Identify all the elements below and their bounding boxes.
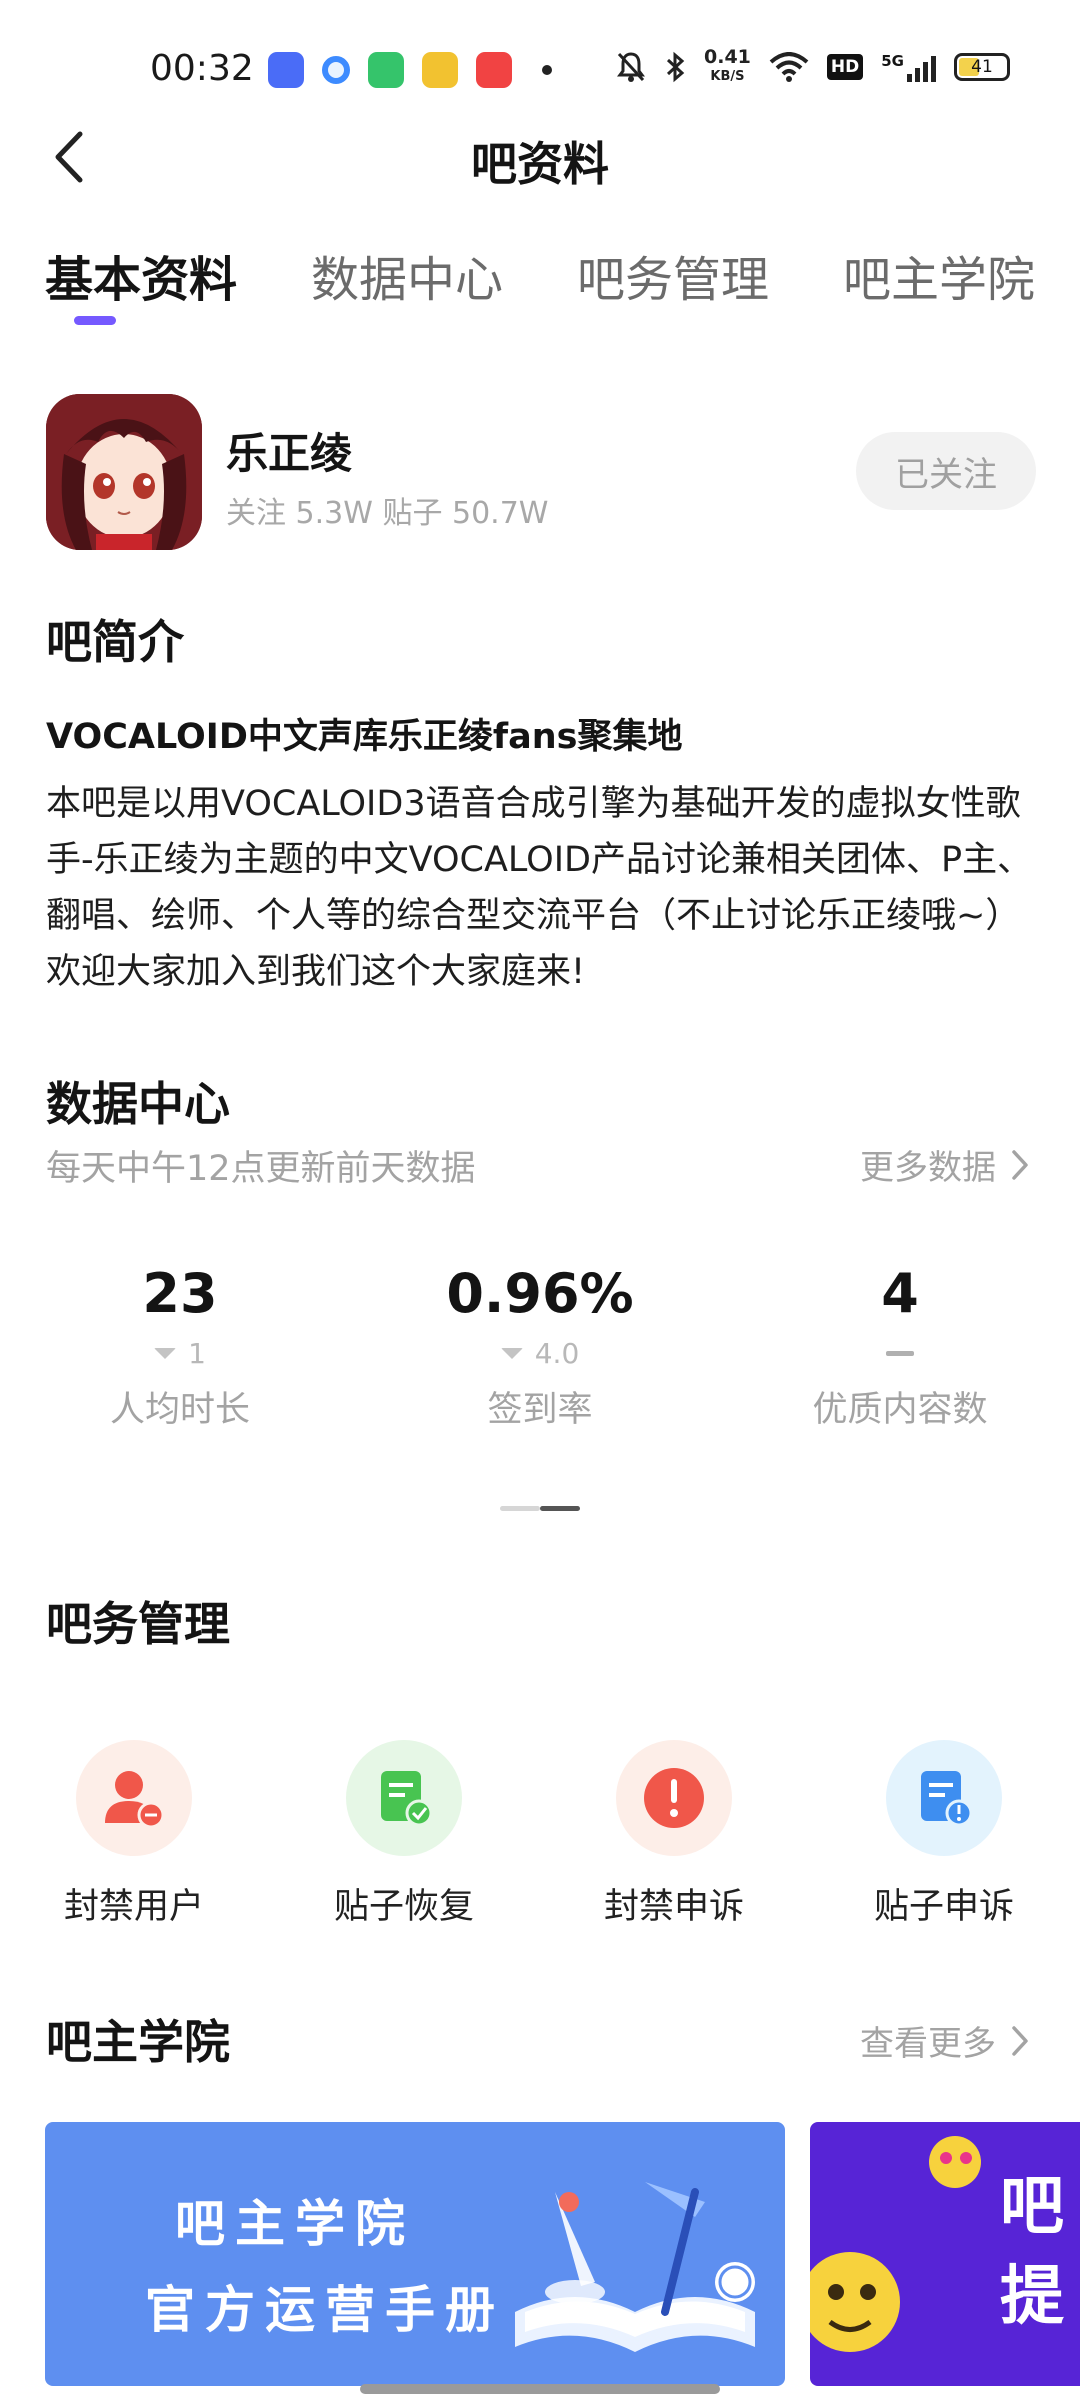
more-notifications-dot: [542, 65, 552, 75]
decrease-icon: [154, 1347, 177, 1359]
emoji-illustration: [810, 2136, 981, 2352]
battery-icon: 41: [954, 53, 1010, 81]
mute-icon: [617, 52, 646, 82]
ban-user-icon: [76, 1740, 192, 1856]
ban-user-label: 封禁用户: [63, 1887, 204, 1927]
stat-label: 签到率: [487, 1390, 593, 1430]
tab-forum-management[interactable]: 吧务管理: [577, 240, 769, 310]
stat-checkin-rate: 0.96% 4.0 签到率: [390, 1262, 690, 1432]
ban-user-button[interactable]: 封禁用户: [24, 1740, 244, 1929]
net-speed-unit: KB/S: [710, 69, 745, 84]
chevron-right-icon: [1012, 2025, 1028, 2056]
shop-app-icon: [368, 52, 404, 88]
stat-label: 人均时长: [109, 1390, 250, 1430]
update-note: 每天中午12点更新前天数据: [46, 1149, 476, 1189]
stat-avg-duration: 23 1 人均时长: [30, 1262, 330, 1432]
status-bar: 00:32 0.41 KB/S HD 5G 41: [0, 0, 1080, 120]
banner-line-2: 官方运营手册: [145, 2281, 505, 2339]
post-appeal-icon: [886, 1740, 1002, 1856]
stat-value: 4: [881, 1262, 919, 1325]
active-tab-indicator: [74, 316, 116, 325]
data-center-title: 数据中心: [46, 1077, 230, 1131]
battery-level: 41: [971, 57, 993, 77]
network-speed: 0.41 KB/S: [704, 48, 751, 86]
forum-stats: 关注 5.3W 贴子 50.7W: [226, 496, 549, 531]
open-book-illustration: [515, 2182, 755, 2352]
academy-banner-manual[interactable]: 吧主学院 官方运营手册: [45, 2122, 785, 2386]
intro-headline: VOCALOID中文声库乐正绫fans聚集地: [46, 717, 683, 757]
post-restore-button[interactable]: 贴子恢复: [294, 1740, 514, 1929]
video-app-icon: [476, 52, 512, 88]
forum-avatar[interactable]: [46, 394, 202, 550]
system-icons: 0.41 KB/S HD 5G 41: [616, 48, 1010, 86]
ban-appeal-icon: [616, 1740, 732, 1856]
stat-quality-content: 4 优质内容数: [750, 1262, 1050, 1432]
net-speed-value: 0.41: [704, 46, 751, 68]
tab-owner-academy[interactable]: 吧主学院: [843, 240, 1035, 310]
wifi-icon: [769, 52, 809, 82]
banner-line-1: 吧主学院: [175, 2195, 415, 2253]
decrease-icon: [500, 1347, 523, 1359]
post-appeal-label: 贴子申诉: [873, 1887, 1014, 1927]
more-data-link[interactable]: 更多数据: [860, 1140, 1030, 1189]
hd-badge: HD: [826, 54, 864, 80]
post-appeal-button[interactable]: 贴子申诉: [834, 1740, 1054, 1929]
stat-label: 优质内容数: [812, 1390, 988, 1430]
network-type: 5G: [881, 52, 904, 70]
stat-value: 23: [142, 1262, 218, 1325]
academy-title: 吧主学院: [46, 2015, 230, 2069]
banner2-text: 吧 提: [1000, 2170, 1064, 2334]
management-title: 吧务管理: [46, 1597, 230, 1651]
tieba-app-icon: [268, 52, 304, 88]
stat-change: [750, 1335, 1050, 1371]
cellular-signal: 5G: [881, 52, 936, 82]
stats-page-indicator: [500, 1506, 580, 1511]
followed-button[interactable]: 已关注: [856, 432, 1036, 510]
more-data-label: 更多数据: [860, 1148, 996, 1188]
view-more-link[interactable]: 查看更多: [860, 2016, 1030, 2065]
chevron-right-icon: [1012, 1149, 1028, 1180]
ban-appeal-button[interactable]: 封禁申诉: [564, 1740, 784, 1929]
post-restore-icon: [346, 1740, 462, 1856]
academy-banner-promo[interactable]: 吧 提: [810, 2122, 1080, 2386]
intro-section-title: 吧简介: [46, 615, 184, 669]
page-title: 吧资料: [471, 137, 609, 191]
notification-icons: [268, 52, 552, 88]
status-time: 00:32: [150, 48, 254, 89]
stat-value: 0.96%: [446, 1262, 634, 1325]
post-restore-label: 贴子恢复: [333, 1887, 474, 1927]
stat-change-value: 1: [188, 1336, 206, 1370]
tab-data-center[interactable]: 数据中心: [311, 240, 503, 310]
home-indicator[interactable]: [360, 2384, 720, 2394]
tab-basic-info[interactable]: 基本资料: [45, 240, 237, 310]
no-change-icon: [886, 1350, 914, 1356]
reader-app-icon: [422, 52, 458, 88]
tab-bar: 基本资料 数据中心 吧务管理 吧主学院: [45, 240, 1080, 310]
view-more-label: 查看更多: [860, 2024, 996, 2064]
stat-change: 1: [30, 1335, 330, 1371]
intro-body: 本吧是以用VOCALOID3语音合成引擎为基础开发的虚拟女性歌手-乐正绫为主题的…: [46, 784, 1033, 992]
stat-change: 4.0: [390, 1335, 690, 1371]
browser-app-icon: [322, 56, 350, 84]
ban-appeal-label: 封禁申诉: [603, 1887, 744, 1927]
stat-change-value: 4.0: [534, 1336, 580, 1370]
forum-name: 乐正绫: [226, 429, 353, 478]
bluetooth-icon: [666, 51, 685, 83]
